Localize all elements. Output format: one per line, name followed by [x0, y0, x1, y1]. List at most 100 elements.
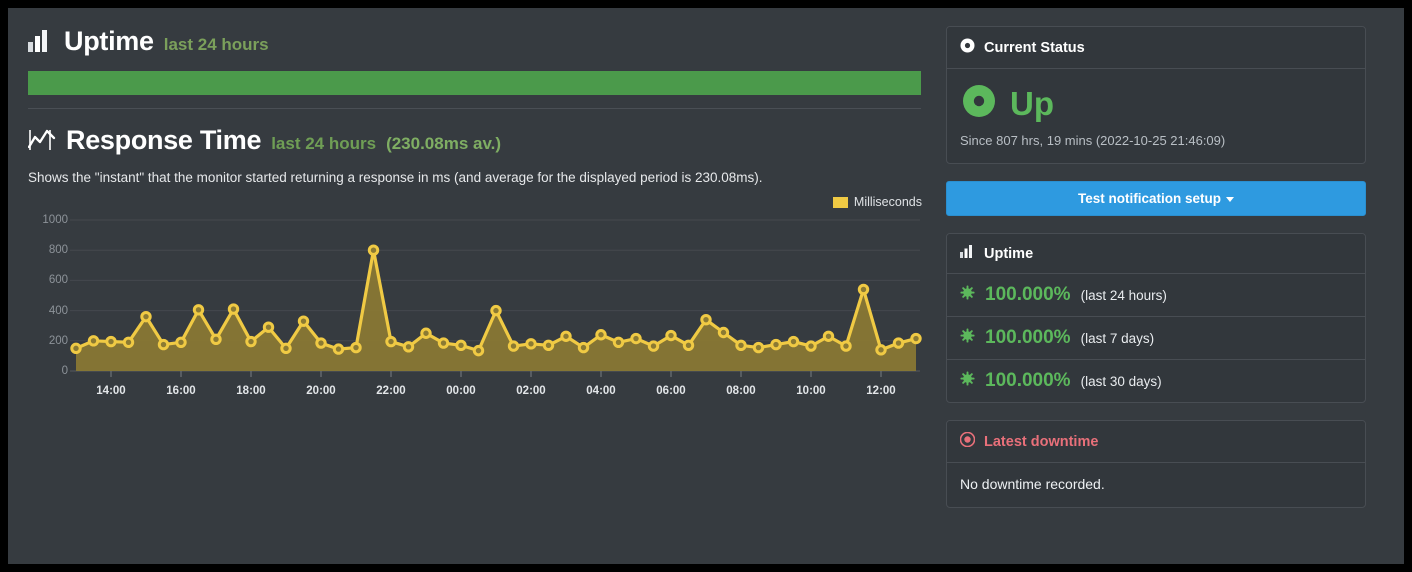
uptime-panel-header-label: Uptime: [984, 245, 1034, 262]
chart-data-point[interactable]: [262, 321, 275, 333]
chart-data-point[interactable]: [175, 336, 187, 349]
asterisk-icon: [960, 285, 975, 305]
status-display: Up: [960, 82, 1352, 125]
chart-data-point[interactable]: [787, 335, 800, 348]
current-status-panel-header: Current Status: [947, 27, 1365, 69]
chart-data-point[interactable]: [665, 329, 677, 342]
chart-data-point[interactable]: [402, 341, 415, 353]
chart-x-tick: 00:00: [446, 385, 476, 397]
chart-data-point[interactable]: [805, 340, 817, 352]
chart-data-point[interactable]: [140, 310, 152, 323]
chart-data-point[interactable]: [560, 330, 572, 342]
chart-data-point[interactable]: [822, 330, 835, 342]
chart-data-point[interactable]: [122, 336, 135, 349]
status-value: Up: [1010, 85, 1054, 122]
response-time-description: Shows the "instant" that the monitor sta…: [28, 170, 763, 185]
test-notification-label: Test notification setup: [1077, 191, 1221, 206]
chart-y-tick: 1000: [42, 214, 68, 226]
chart-x-tick: 18:00: [236, 385, 266, 397]
chart-data-point[interactable]: [892, 337, 905, 349]
uptime-period: (last 30 days): [1080, 373, 1162, 389]
chart-data-point[interactable]: [577, 341, 590, 354]
chart-data-point[interactable]: [350, 341, 362, 354]
chart-data-point[interactable]: [70, 342, 82, 355]
divider: [28, 108, 921, 109]
chart-data-point[interactable]: [875, 344, 887, 356]
chart-data-point[interactable]: [105, 335, 117, 348]
uptime-bar-container[interactable]: [28, 71, 921, 95]
chart-y-tick: 600: [48, 274, 68, 287]
current-status-panel: Current Status Up Since 807 hrs, 19 mins…: [946, 26, 1366, 164]
chart-data-point[interactable]: [717, 326, 730, 339]
chart-data-point[interactable]: [507, 340, 520, 352]
chart-data-point[interactable]: [700, 313, 712, 326]
latest-downtime-text: No downtime recorded.: [960, 476, 1105, 492]
test-notification-setup-button[interactable]: Test notification setup: [946, 181, 1366, 216]
chart-data-point[interactable]: [630, 332, 642, 345]
bar-chart-icon: [28, 30, 54, 57]
current-status-panel-body: Up Since 807 hrs, 19 mins (2022-10-25 21…: [947, 69, 1365, 163]
chart-data-point[interactable]: [297, 315, 310, 327]
uptime-section-header: Uptime last 24 hours: [28, 26, 926, 57]
chart-data-point[interactable]: [280, 342, 292, 355]
chart-x-tick: 22:00: [376, 385, 406, 397]
chart-data-point[interactable]: [437, 337, 450, 349]
chart-data-point[interactable]: [840, 340, 852, 352]
chart-data-point[interactable]: [752, 341, 765, 354]
uptime-subtitle: last 24 hours: [163, 35, 269, 54]
monitor-dashboard: Uptime last 24 hours Response Time last …: [8, 8, 1404, 564]
chart-data-point[interactable]: [910, 332, 922, 345]
chart-x-tick: 20:00: [306, 385, 336, 397]
uptime-row: 100.000% (last 30 days): [947, 360, 1365, 402]
uptime-row: 100.000% (last 24 hours): [947, 274, 1365, 317]
chart-x-tick: 02:00: [516, 385, 546, 397]
chart-x-tick: 10:00: [796, 385, 826, 397]
uptime-panel-header: Uptime: [947, 234, 1365, 274]
chart-data-point[interactable]: [367, 244, 380, 256]
chart-data-point[interactable]: [735, 339, 747, 352]
chart-data-point[interactable]: [210, 333, 222, 345]
chart-data-point[interactable]: [245, 335, 257, 348]
chart-data-point[interactable]: [857, 283, 870, 296]
chart-data-point[interactable]: [455, 339, 467, 352]
response-time-chart[interactable]: Milliseconds 0 200 400 600 800 1000 14:00 16:0…: [28, 195, 928, 420]
chart-x-axis: 14:00 16:00 18:00 20:00 22:00 00:00 02:00 04:00…: [28, 371, 928, 401]
chart-data-point[interactable]: [157, 338, 170, 351]
chart-data-point[interactable]: [472, 344, 485, 357]
chart-y-tick: 400: [48, 304, 68, 317]
chart-data-point[interactable]: [490, 304, 502, 317]
legend-swatch-milliseconds: [832, 196, 848, 208]
uptime-row: 100.000% (last 7 days): [947, 317, 1365, 360]
chart-data-point[interactable]: [770, 338, 782, 351]
chart-data-point[interactable]: [682, 339, 695, 352]
chart-x-tick: 06:00: [656, 385, 686, 397]
chart-x-tick: 12:00: [866, 385, 896, 397]
bar-chart-icon: [960, 245, 975, 262]
chart-legend: Milliseconds: [832, 195, 922, 209]
status-since-text: Since 807 hrs, 19 mins (2022-10-25 21:46…: [960, 133, 1226, 148]
chart-y-tick: 800: [48, 244, 68, 257]
chart-y-tick: 200: [48, 334, 68, 347]
chart-data-point[interactable]: [385, 335, 397, 348]
chart-data-point[interactable]: [647, 340, 660, 352]
uptime-percent: 100.000%: [985, 370, 1071, 391]
chart-data-point[interactable]: [227, 303, 240, 315]
uptime-panel: Uptime 100.000% (last 24 hours) 100.000% (l…: [946, 233, 1366, 403]
chart-x-tick: 04:00: [586, 385, 616, 397]
chart-data-point[interactable]: [87, 335, 100, 347]
chart-data-point[interactable]: [315, 337, 327, 349]
uptime-bar-segment[interactable]: [28, 71, 921, 95]
chart-data-point[interactable]: [542, 339, 555, 352]
sidebar: Current Status Up Since 807 hrs, 19 mins…: [938, 8, 1386, 564]
chart-data-point[interactable]: [595, 329, 607, 341]
uptime-period: (last 24 hours): [1080, 287, 1167, 303]
response-time-section-header: Response Time last 24 hours (230.08ms av…: [27, 125, 926, 156]
chart-data-point[interactable]: [525, 338, 537, 350]
chart-data-point[interactable]: [332, 343, 345, 355]
chart-y-axis: 0 200 400 600 800 1000: [28, 214, 68, 377]
chart-data-point[interactable]: [192, 304, 205, 316]
uptime-period: (last 7 days): [1080, 330, 1155, 346]
latest-downtime-panel: Latest downtime No downtime recorded.: [946, 420, 1366, 508]
chart-data-point[interactable]: [420, 327, 432, 339]
chart-data-point[interactable]: [612, 336, 625, 349]
